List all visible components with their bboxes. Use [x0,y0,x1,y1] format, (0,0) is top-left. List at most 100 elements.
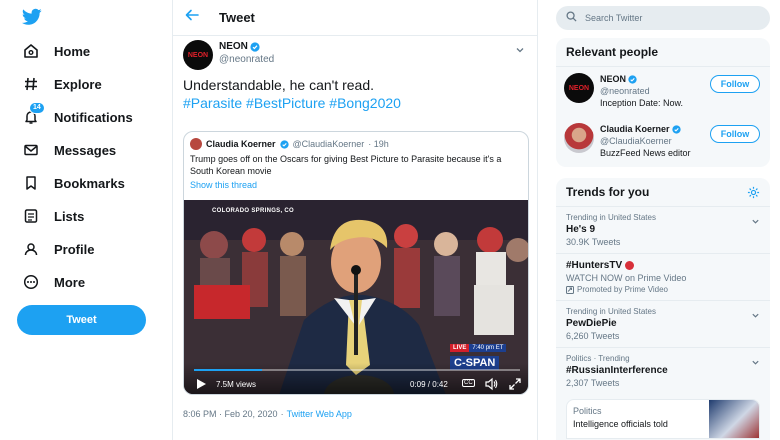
search-icon [566,9,577,27]
news-thumbnail [709,400,759,438]
page-header: Tweet [173,0,537,36]
news-title: Intelligence officials told [573,419,668,429]
tweet-hashtags[interactable]: #Parasite #BestPicture #Bong2020 [183,94,523,112]
quoted-age: · 19h [368,139,389,149]
trend-context: Politics · Trending [566,354,630,363]
person-name: Claudia Koerner [600,124,670,134]
chevron-down-icon[interactable] [751,213,760,231]
page-title: Tweet [219,10,255,25]
chevron-down-icon[interactable] [515,42,525,60]
quoted-author-name: Claudia Koerner [206,139,276,149]
profile-icon [22,240,40,258]
follow-button[interactable]: Follow [710,125,760,143]
tweet-button[interactable]: Tweet [17,305,146,335]
live-label: LIVE [450,344,470,352]
avatar [564,123,594,153]
verified-badge-icon [671,124,681,134]
play-icon[interactable] [194,377,208,394]
fullscreen-icon[interactable] [508,377,522,394]
relevant-people-card: Relevant people NEON NEON @neonrated Inc… [556,38,770,167]
quoted-text: Trump goes off on the Oscars for giving … [190,154,502,176]
nav-messages[interactable]: Messages [22,136,116,164]
search-input[interactable] [585,13,755,23]
person-handle: @ClaudiaKoerner [600,136,672,146]
trends-title: Trends for you [566,185,650,199]
tweet-text: Understandable, he can't read. [183,77,375,93]
trends-header: Trends for you [556,178,770,207]
trend-count: 30.9K Tweets [566,237,621,247]
author-name[interactable]: NEON [219,40,248,53]
notifications-badge: 14 [29,102,45,114]
avatar[interactable]: NEON [183,40,213,70]
bookmark-icon [22,174,40,192]
nav-more-label: More [54,274,86,290]
promoted-by-text: Promoted by Prime Video [577,285,669,294]
tweet-timestamp-row: 8:06 PM · Feb 20, 2020 · Twitter Web App [183,409,352,419]
video-controls: 7.5M views 0:09 / 0:42 CC [184,363,528,394]
trend-item[interactable]: Trending in United States PewDiePie 6,26… [556,300,770,347]
hashtag-icon [22,75,40,93]
video-views: 7.5M views [216,380,257,389]
back-arrow-icon[interactable] [185,8,199,27]
verified-badge-icon [628,74,637,84]
nav-more[interactable]: More [22,268,85,296]
devil-emoji-icon [625,261,635,270]
bell-icon: 14 [22,102,45,126]
trend-name: He's 9 [566,224,596,235]
show-thread-link[interactable]: Show this thread [190,180,257,190]
news-item[interactable]: Politics Intelligence officials told [566,399,760,439]
twitter-logo-icon[interactable] [22,8,42,26]
trend-subtitle: WATCH NOW on Prime Video [566,273,687,283]
nav-bookmarks-label: Bookmarks [54,175,125,191]
list-icon [22,207,40,225]
chevron-down-icon[interactable] [751,307,760,325]
envelope-icon [22,141,40,159]
tweet-body: Understandable, he can't read. #Parasite… [183,76,523,112]
volume-icon[interactable] [484,377,498,394]
nav-bookmarks[interactable]: Bookmarks [22,169,125,197]
trend-count: 2,307 Tweets [566,378,620,388]
follow-button[interactable]: Follow [710,75,760,93]
promoted-trend-item[interactable]: #HuntersTV WATCH NOW on Prime Video Prom… [556,253,770,300]
news-context: Politics [573,406,602,416]
live-badge: LIVE 7:40 pm ET [450,344,507,352]
quoted-avatar [190,138,202,150]
tweet-detail-column: Tweet NEON NEON @neonrated Understandabl… [172,0,538,440]
person-info: Claudia Koerner @ClaudiaKoerner BuzzFeed… [600,123,691,159]
nav-profile[interactable]: Profile [22,235,94,263]
trend-item[interactable]: Politics · Trending #RussianInterference… [556,347,770,394]
person-name: NEON [600,74,627,84]
home-icon [22,42,40,60]
nav-home-label: Home [54,43,91,59]
author-handle[interactable]: @neonrated [219,53,274,66]
tweet-author: NEON NEON @neonrated [183,40,274,70]
person-bio: BuzzFeed News editor [600,148,691,158]
trend-count: 6,260 Tweets [566,331,620,341]
nav-explore[interactable]: Explore [22,70,102,98]
nav-notifications[interactable]: 14 Notifications [22,102,133,131]
video-progress-bar[interactable] [194,369,520,371]
tweet-timestamp[interactable]: 8:06 PM · Feb 20, 2020 [183,409,278,419]
nav-explore-label: Explore [54,76,102,92]
person-claudia[interactable]: Claudia Koerner @ClaudiaKoerner BuzzFeed… [556,117,770,167]
captions-icon[interactable]: CC [462,379,475,387]
tweet-source-link[interactable]: Twitter Web App [287,409,352,419]
trend-item[interactable]: Trending in United States He's 9 30.9K T… [556,207,770,253]
quoted-author-handle: @ClaudiaKoerner [292,139,365,149]
nav-notifications-label: Notifications [54,109,133,125]
quoted-tweet-header: Claudia Koerner @ClaudiaKoerner · 19h [190,138,389,150]
video-time: 0:09 / 0:42 [410,380,448,389]
nav-home[interactable]: Home [22,37,90,65]
relevant-people-title: Relevant people [556,38,770,67]
video-player[interactable]: COLORADO SPRINGS, CO LIVE 7:40 pm ET C-S… [184,200,528,394]
live-time: 7:40 pm ET [469,344,507,352]
search-box[interactable] [556,6,770,30]
quoted-tweet[interactable]: Claudia Koerner @ClaudiaKoerner · 19h Tr… [183,131,529,395]
chevron-down-icon[interactable] [751,354,760,372]
avatar-logo-text: NEON [568,84,590,92]
promoted-icon [566,285,574,294]
person-neon[interactable]: NEON NEON @neonrated Inception Date: Now… [556,67,770,117]
gear-icon[interactable] [747,186,760,199]
trend-context: Trending in United States [566,307,656,316]
nav-lists[interactable]: Lists [22,202,84,230]
